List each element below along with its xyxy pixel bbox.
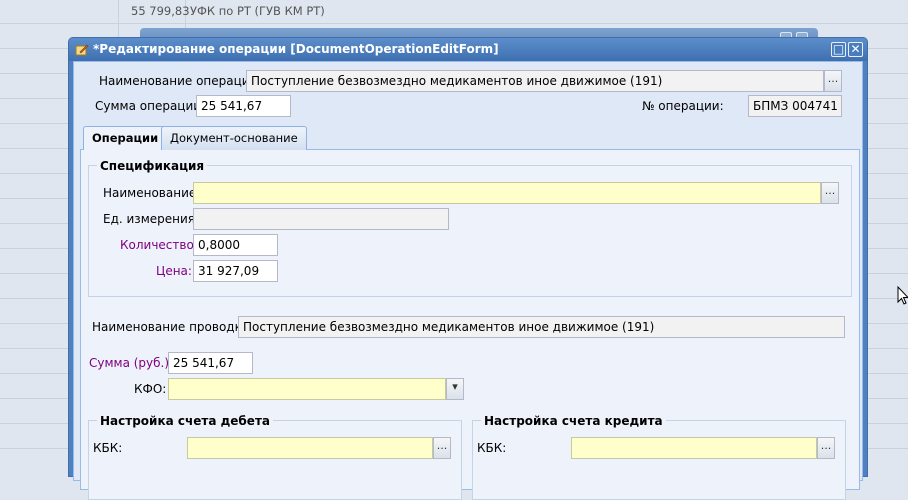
- operation-sum-label: Сумма операции:: [95, 99, 206, 113]
- operations-tab-panel: Спецификация Наименование: ... Ед. измер…: [80, 150, 860, 500]
- price-field[interactable]: 31 927,09: [193, 260, 278, 282]
- edit-icon: [75, 44, 89, 56]
- chevron-down-icon: ▾: [452, 380, 458, 393]
- kfo-dropdown-button[interactable]: ▾: [446, 378, 464, 400]
- debit-account-fieldset: Настройка счета дебета КБК: ...: [88, 414, 462, 500]
- spec-name-label: Наименование:: [103, 186, 201, 200]
- tab-basis-document[interactable]: Документ-основание: [161, 126, 307, 150]
- ellipsis-icon: ...: [824, 184, 836, 197]
- kfo-field[interactable]: [168, 378, 446, 400]
- unit-label: Ед. измерения:: [103, 212, 200, 226]
- background-payee: УФК по РТ (ГУВ КМ РТ): [190, 4, 325, 18]
- operation-name-label: Наименование операции:: [99, 74, 262, 88]
- unit-field[interactable]: [193, 208, 449, 230]
- operation-number-field[interactable]: БПМЗ 004741: [748, 95, 842, 117]
- price-label: Цена:: [156, 264, 192, 278]
- edit-operation-window: *Редактирование операции [DocumentOperat…: [68, 37, 868, 500]
- ellipsis-icon: ...: [436, 439, 448, 452]
- operation-name-select-button[interactable]: ...: [824, 70, 842, 92]
- maximize-icon: □: [832, 42, 845, 56]
- posting-sum-field[interactable]: 25 541,67: [168, 352, 253, 374]
- ellipsis-icon: ...: [827, 72, 839, 85]
- background-amount: 55 799,83: [131, 4, 190, 18]
- tab-strip: Операции Документ-основание: [80, 126, 860, 151]
- tab-label: Операции: [92, 131, 159, 145]
- specification-legend: Спецификация: [97, 159, 208, 173]
- debit-legend: Настройка счета дебета: [97, 414, 273, 428]
- window-titlebar[interactable]: *Редактирование операции [DocumentOperat…: [69, 38, 867, 61]
- mouse-cursor-icon: [897, 286, 908, 305]
- posting-name-label: Наименование проводки:: [92, 320, 254, 334]
- maximize-button[interactable]: □: [831, 42, 846, 57]
- quantity-label: Количество:: [120, 238, 198, 252]
- posting-sum-label: Сумма (руб.):: [89, 356, 174, 370]
- debit-kbk-label: КБК:: [93, 441, 123, 455]
- credit-kbk-label: КБК:: [477, 441, 507, 455]
- credit-account-fieldset: Настройка счета кредита КБК: ...: [472, 414, 846, 500]
- operation-name-field[interactable]: Поступление безвозмездно медикаментов ин…: [246, 70, 824, 92]
- close-icon: ✕: [850, 42, 861, 56]
- posting-name-field[interactable]: Поступление безвозмездно медикаментов ин…: [238, 316, 845, 338]
- spec-name-field[interactable]: [193, 182, 821, 204]
- specification-fieldset: Спецификация Наименование: ... Ед. измер…: [88, 159, 852, 297]
- window-body: Наименование операции: Поступление безво…: [73, 61, 863, 500]
- ellipsis-icon: ...: [820, 439, 832, 452]
- spec-name-select-button[interactable]: ...: [821, 182, 839, 204]
- tab-operations[interactable]: Операции: [83, 126, 168, 151]
- kfo-label: КФО:: [134, 382, 167, 396]
- operation-sum-field[interactable]: 25 541,67: [196, 95, 291, 117]
- tab-label: Документ-основание: [170, 131, 298, 145]
- operation-number-label: № операции:: [642, 99, 724, 113]
- credit-legend: Настройка счета кредита: [481, 414, 666, 428]
- quantity-field[interactable]: 0,8000: [193, 234, 278, 256]
- window-title: *Редактирование операции [DocumentOperat…: [93, 42, 499, 56]
- close-button[interactable]: ✕: [848, 42, 863, 57]
